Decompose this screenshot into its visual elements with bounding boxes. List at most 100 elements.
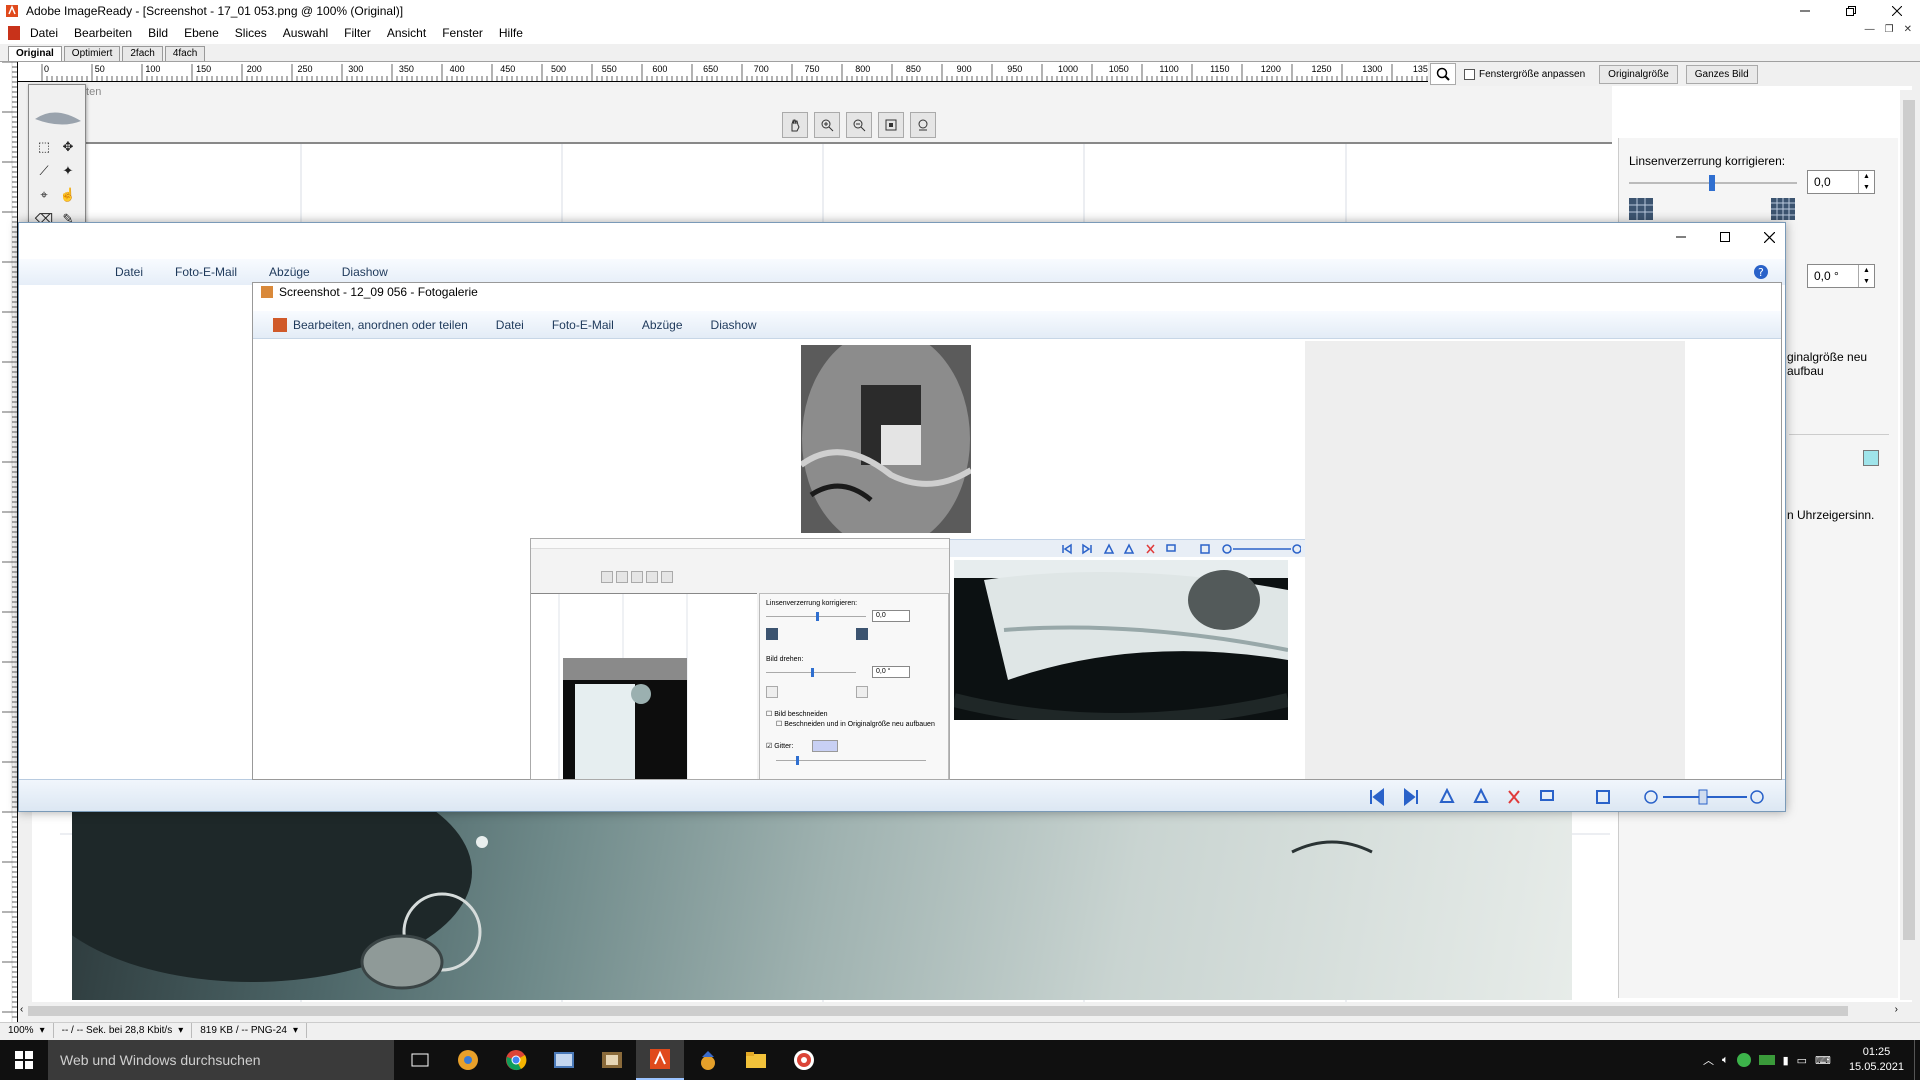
chrome-app-icon[interactable] [492, 1040, 540, 1080]
panel-divider [1789, 434, 1889, 435]
original-size-button[interactable]: Originalgröße [1599, 64, 1678, 84]
mini-actual-button[interactable] [661, 571, 673, 583]
gallery-minimize-button[interactable] [1659, 223, 1703, 251]
zoom-out-button[interactable] [846, 112, 872, 138]
outer-menu-diashow[interactable]: Diashow [326, 265, 404, 279]
inner-menu-diashow[interactable]: Diashow [697, 318, 771, 332]
tab-4fach[interactable]: 4fach [164, 46, 206, 61]
mini-grid-color[interactable] [812, 740, 838, 752]
menu-hilfe[interactable]: Hilfe [491, 26, 531, 40]
language-icon[interactable]: ⌨ [1815, 1054, 1831, 1067]
marquee-tool-icon[interactable]: ⬚ [33, 137, 55, 157]
slice-tool-icon[interactable]: ⌖ [33, 185, 55, 205]
fit-window-checkbox[interactable]: Fenstergröße anpassen [1464, 68, 1585, 80]
security-icon[interactable] [1736, 1053, 1751, 1067]
download-speed-select[interactable]: -- / -- Sek. bei 28,8 Kbit/s ▾ [54, 1023, 193, 1038]
tab-2fach[interactable]: 2fach [122, 46, 163, 61]
file-explorer-icon[interactable] [732, 1040, 780, 1080]
mini-rotate-right-icon[interactable] [856, 686, 868, 698]
task-view-icon[interactable] [396, 1040, 444, 1080]
mini-lens-value[interactable]: 0,0 [872, 610, 910, 622]
vertical-scrollbar[interactable] [1900, 90, 1918, 1000]
mini-rotate-value[interactable]: 0,0 ° [872, 666, 910, 678]
magic-wand-tool-icon[interactable]: ✦ [57, 161, 79, 181]
doc-restore-button[interactable]: ❐ [1885, 24, 1894, 35]
rotate-value-input[interactable]: 0,0 ° ▲ ▼ [1807, 264, 1875, 288]
app-titlebar: Adobe ImageReady - [Screenshot - 17_01 0… [0, 0, 1920, 22]
chromium-app-icon[interactable] [444, 1040, 492, 1080]
inner-menu-foto-email[interactable]: Foto-E-Mail [538, 318, 628, 332]
menu-ansicht[interactable]: Ansicht [379, 26, 434, 40]
window-title: Adobe ImageReady - [Screenshot - 17_01 0… [26, 4, 404, 18]
menu-fenster[interactable]: Fenster [434, 26, 491, 40]
outer-menu-abzuege[interactable]: Abzüge [253, 265, 326, 279]
scroll-right-arrow-icon[interactable]: › [1895, 1004, 1898, 1015]
photo-viewer-app-icon[interactable] [540, 1040, 588, 1080]
imageready-taskbar-icon[interactable] [636, 1040, 684, 1080]
menu-filter[interactable]: Filter [336, 26, 379, 40]
start-button[interactable] [0, 1040, 48, 1080]
whole-image-button[interactable]: Ganzes Bild [1685, 64, 1758, 84]
tray-chevron-icon[interactable]: ︿ [1703, 1052, 1714, 1068]
mini-grid-checkbox[interactable]: ☑ Gitter: [766, 742, 793, 750]
lens-value-input[interactable]: 0,0 ▲ ▼ [1807, 170, 1875, 194]
tab-original[interactable]: Original [8, 46, 62, 61]
tab-optimiert[interactable]: Optimiert [63, 46, 121, 61]
mini-crop-rebuild-checkbox[interactable]: ☐ Beschneiden und in Originalgröße neu a… [776, 720, 935, 728]
zoom-in-button[interactable] [814, 112, 840, 138]
file-size-select[interactable]: 819 KB / -- PNG-24 ▾ [192, 1023, 307, 1038]
gallery-taskbar-icon[interactable] [684, 1040, 732, 1080]
menu-bild[interactable]: Bild [140, 26, 176, 40]
horizontal-scrollbar[interactable]: ‹ › [18, 1002, 1900, 1020]
mini-zoom-out-button[interactable] [631, 571, 643, 583]
edit-organize-share-button[interactable]: Bearbeiten, anordnen oder teilen [287, 318, 482, 332]
mini-hand-button[interactable] [601, 571, 613, 583]
menu-datei[interactable]: Datei [22, 26, 66, 40]
volume-icon[interactable]: 🔈︎ [1722, 1054, 1729, 1067]
image-map-tool-icon[interactable]: ☝ [57, 185, 79, 205]
mini-zoom-in-button[interactable] [616, 571, 628, 583]
help-icon[interactable]: ? [1753, 264, 1769, 280]
zoom-level-select[interactable]: 100% ▾ [0, 1023, 54, 1038]
lens-slider-thumb[interactable] [1709, 175, 1715, 191]
view-controls: Fenstergröße anpassen Originalgröße Ganz… [1430, 62, 1920, 86]
doc-minimize-button[interactable]: — [1865, 24, 1875, 35]
outer-menu-datei[interactable]: Datei [99, 265, 159, 279]
doc-close-button[interactable]: ✕ [1904, 24, 1912, 35]
lasso-tool-icon[interactable]: ⟋ [33, 161, 55, 181]
hand-tool-button[interactable] [782, 112, 808, 138]
lens-slider-track[interactable] [1629, 175, 1797, 191]
clock-time: 01:25 [1862, 1046, 1891, 1058]
inner-menu-abzuege[interactable]: Abzüge [628, 318, 697, 332]
actual-size-button[interactable] [910, 112, 936, 138]
ruler-tick-label: 450 [500, 64, 515, 74]
mini-crop-checkbox[interactable]: ☐ Bild beschneiden [766, 710, 828, 718]
restore-button[interactable] [1828, 0, 1874, 22]
fit-screen-button[interactable] [878, 112, 904, 138]
mini-fit-button[interactable] [646, 571, 658, 583]
chrome-profile-icon[interactable] [780, 1040, 828, 1080]
outer-menu-foto-email[interactable]: Foto-E-Mail [159, 265, 253, 279]
menu-bearbeiten[interactable]: Bearbeiten [66, 26, 140, 40]
gallery-maximize-button[interactable] [1703, 223, 1747, 251]
taskbar-search-box[interactable]: Web und Windows durchsuchen [48, 1040, 394, 1080]
scroll-left-arrow-icon[interactable]: ‹ [20, 1004, 23, 1015]
mini-rotate-left-icon[interactable] [766, 686, 778, 698]
network-icon[interactable]: ▮ [1783, 1054, 1789, 1067]
menu-ebene[interactable]: Ebene [176, 26, 227, 40]
grid-color-swatch[interactable] [1863, 450, 1879, 466]
clock[interactable]: 01:25 15.05.2021 [1849, 1045, 1904, 1075]
show-desktop-button[interactable] [1914, 1040, 1920, 1080]
menu-auswahl[interactable]: Auswahl [275, 26, 336, 40]
zoom-icon[interactable] [1430, 63, 1456, 85]
film-app-icon[interactable] [588, 1040, 636, 1080]
mini-grid-icon [766, 628, 778, 640]
display-icon[interactable]: ▭ [1797, 1054, 1807, 1067]
gallery-close-button[interactable] [1747, 223, 1791, 251]
minimize-button[interactable] [1782, 0, 1828, 22]
battery-icon[interactable] [1758, 1055, 1775, 1065]
move-tool-icon[interactable]: ✥ [57, 137, 79, 157]
close-button[interactable] [1874, 0, 1920, 22]
inner-menu-datei[interactable]: Datei [482, 318, 538, 332]
menu-slices[interactable]: Slices [227, 26, 275, 40]
